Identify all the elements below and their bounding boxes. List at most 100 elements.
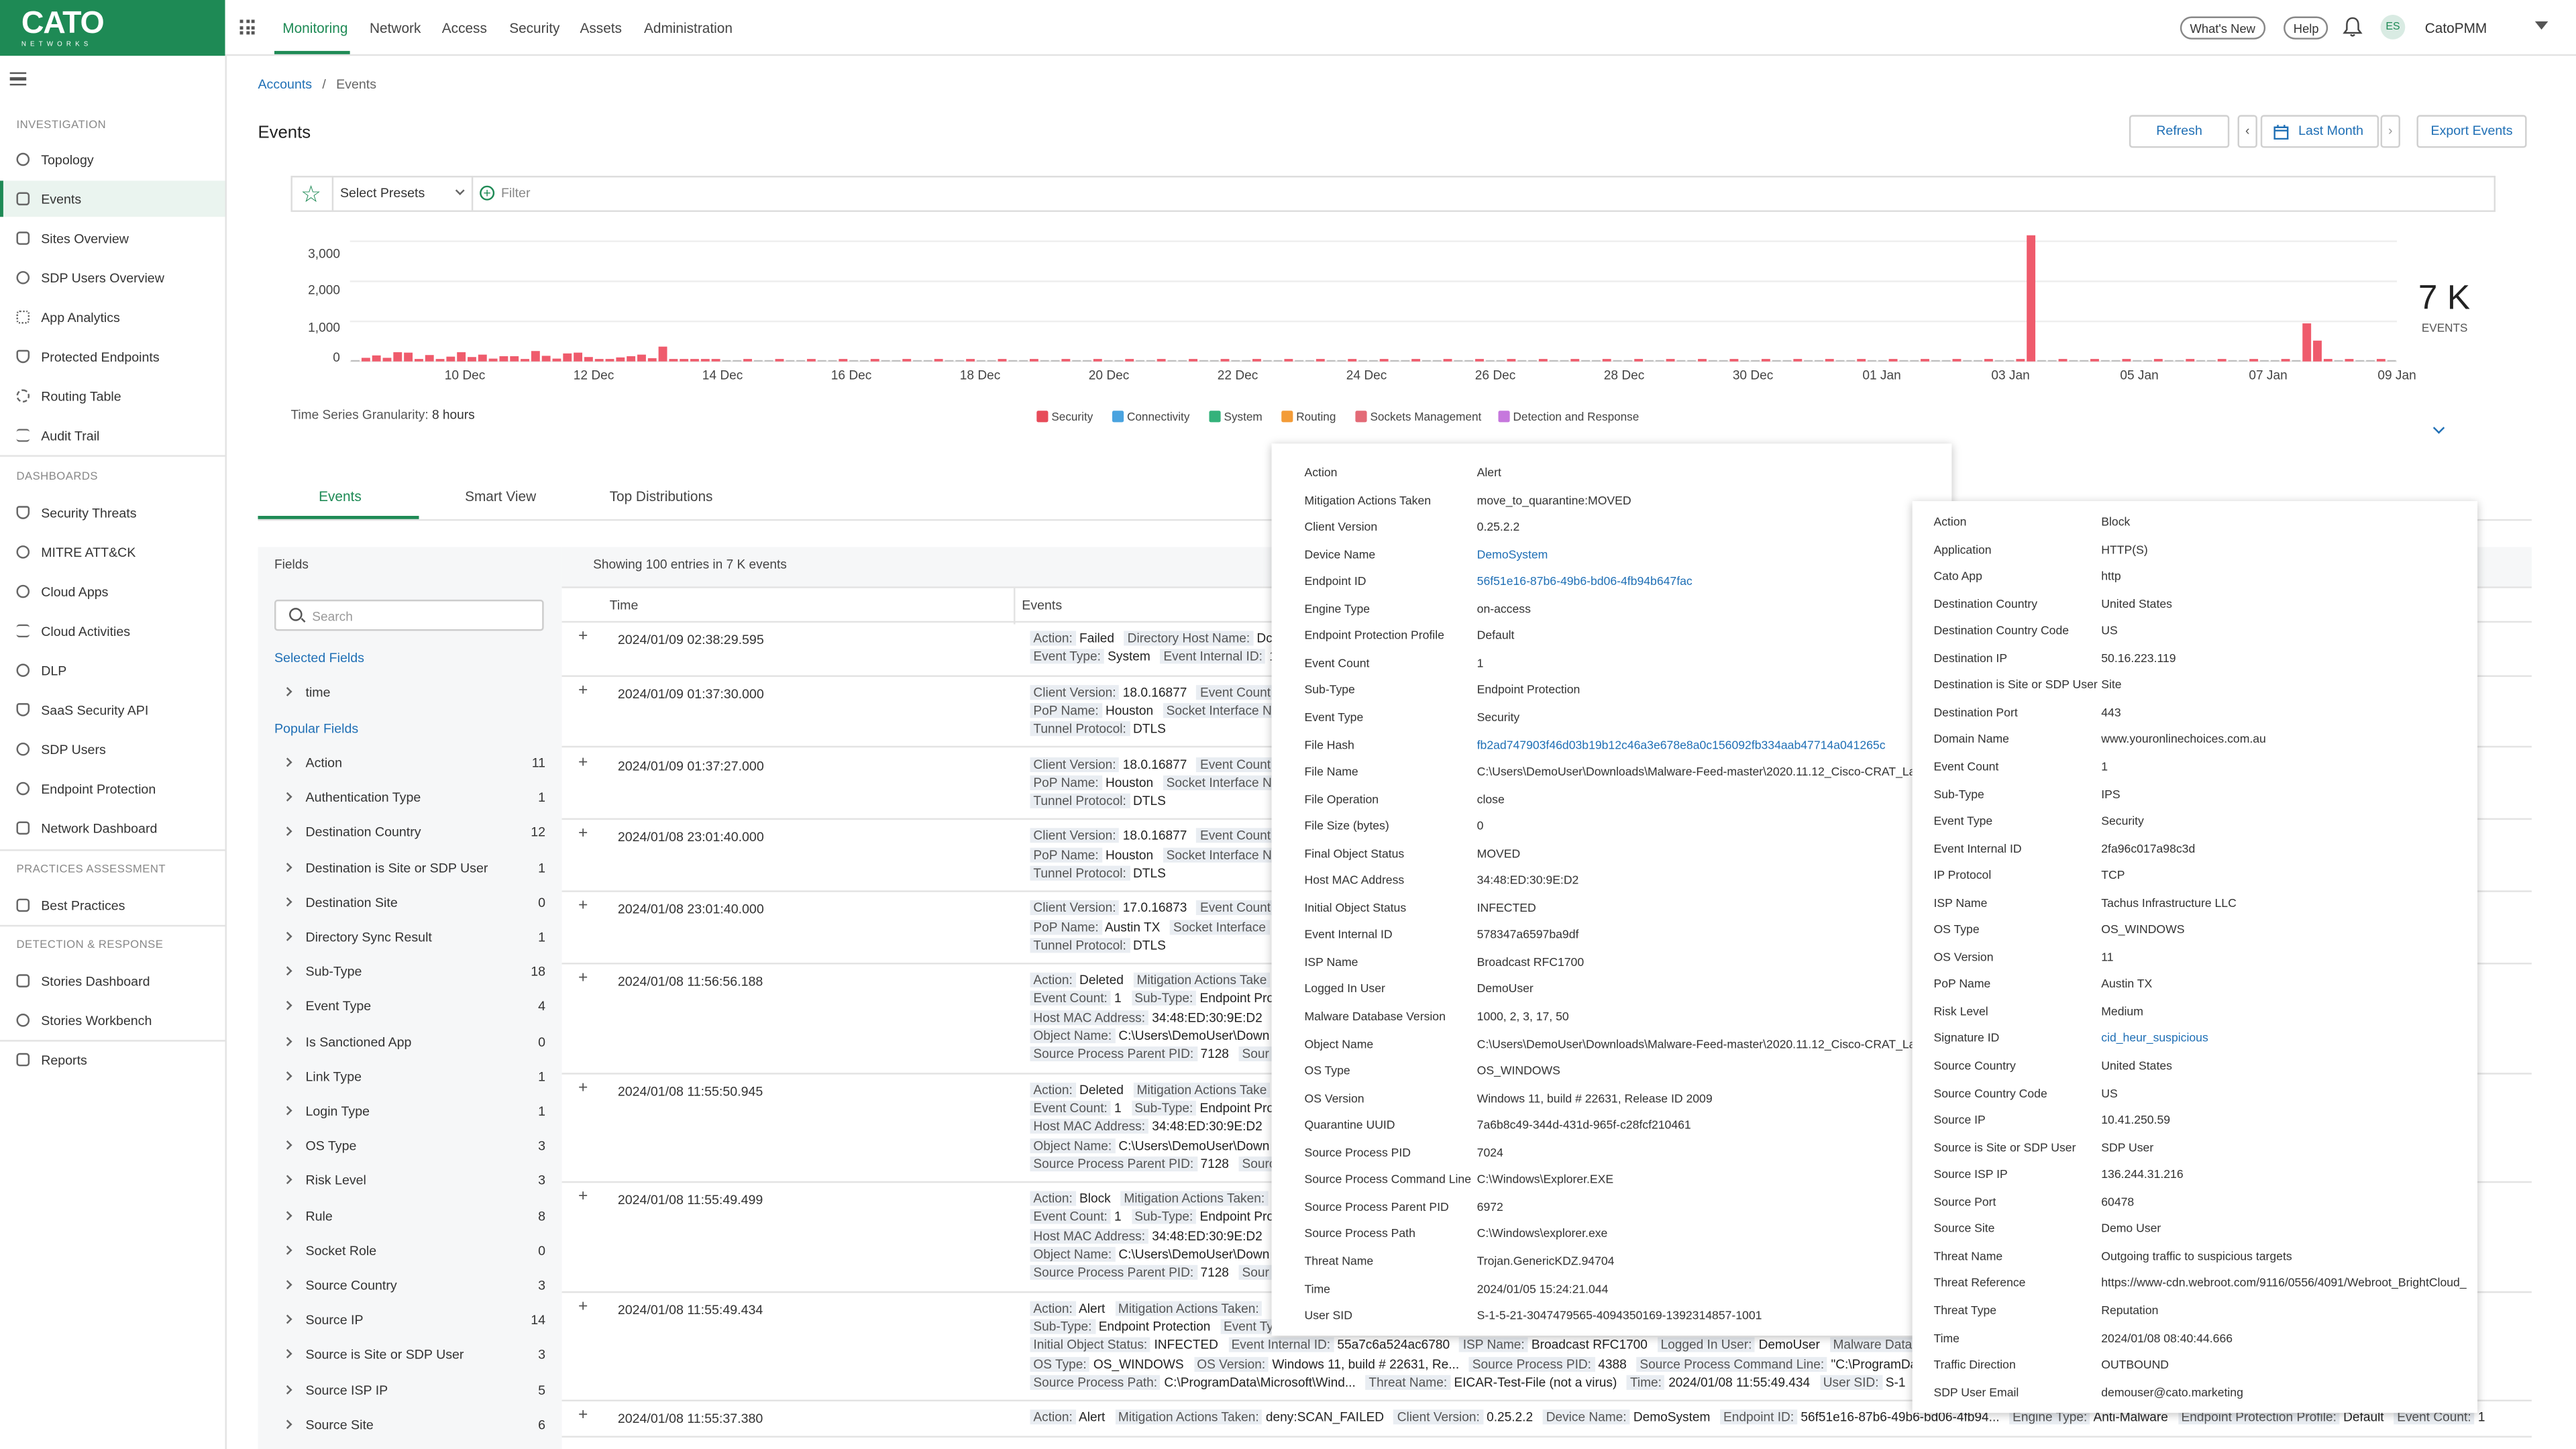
chart-bar[interactable] <box>563 353 572 362</box>
chart-bar[interactable] <box>913 360 922 362</box>
event-field-key[interactable]: Time: <box>1627 1375 1665 1390</box>
chart-bar[interactable] <box>1443 359 1452 362</box>
chart-bar[interactable] <box>1994 360 2004 362</box>
event-field-value[interactable]: Failed <box>1079 631 1114 645</box>
event-field-key[interactable]: Client Version: <box>1393 1409 1483 1425</box>
chart-bar[interactable] <box>1719 360 1728 362</box>
event-field-key[interactable]: Sour <box>1238 1265 1273 1281</box>
event-field-value[interactable]: OS_WINDOWS <box>1093 1356 1184 1371</box>
chart-bar[interactable] <box>700 359 710 362</box>
chart-bar[interactable] <box>806 359 816 362</box>
prev-range-button[interactable]: ‹ <box>2237 115 2257 148</box>
chart-bar[interactable] <box>2143 360 2152 362</box>
nav-tab-network[interactable]: Network <box>370 19 421 36</box>
chart-bar[interactable] <box>446 356 455 362</box>
sidebar-item-sdp-users-overview[interactable]: SDP Users Overview <box>0 260 225 296</box>
event-field-value[interactable]: 1 <box>1114 991 1122 1006</box>
chart-bar[interactable] <box>1931 360 1940 362</box>
chart-bar[interactable] <box>881 360 890 362</box>
chart-bar[interactable] <box>1655 360 1664 362</box>
chart-bar[interactable] <box>945 360 954 362</box>
chart-bar[interactable] <box>743 359 752 362</box>
event-field-key[interactable]: Client Version: <box>1030 900 1120 916</box>
chart-bar[interactable] <box>976 360 985 362</box>
event-field-value[interactable]: Endpoint Prot <box>1200 1210 1278 1225</box>
event-field-value[interactable]: 0.25.2.2 <box>1487 1410 1533 1425</box>
chart-bar[interactable] <box>2175 360 2184 362</box>
chart-bar[interactable] <box>2027 235 2036 362</box>
event-field-key[interactable]: Action: <box>1030 1300 1076 1316</box>
event-field-value[interactable]: C:\Users\DemoUser\Down <box>1118 1138 1269 1152</box>
event-field-value[interactable]: INFECTED <box>1154 1338 1218 1352</box>
chart-bar[interactable] <box>2376 359 2385 362</box>
event-field-key[interactable]: Event Count <box>1197 684 1274 700</box>
chart-bar[interactable] <box>1528 360 1537 362</box>
chart-bar[interactable] <box>1305 360 1314 362</box>
event-field-key[interactable]: Action: <box>1030 1082 1076 1097</box>
chart-bar[interactable] <box>966 359 975 362</box>
chart-bar[interactable] <box>1252 359 1261 362</box>
chart-bar[interactable] <box>1740 360 1750 362</box>
column-separator[interactable] <box>1014 588 1016 625</box>
event-field-value[interactable]: 18.0.16877 <box>1123 757 1187 771</box>
event-field-value[interactable]: Windows 11, build # 22631, Re... <box>1272 1356 1459 1371</box>
chart-bar[interactable] <box>1072 360 1081 362</box>
event-field-key[interactable]: Object Name: <box>1030 1246 1116 1263</box>
chart-bar[interactable] <box>574 352 583 362</box>
event-field-value[interactable]: DTLS <box>1133 938 1166 953</box>
event-field-key[interactable]: Directory Host Name: <box>1124 631 1254 646</box>
chart-bar[interactable] <box>2239 360 2248 362</box>
event-field-key[interactable]: Mitigation Actions Take <box>1133 1082 1271 1097</box>
chart-bar[interactable] <box>1772 360 1781 362</box>
expand-plus-icon[interactable]: + <box>578 898 588 916</box>
event-field-key[interactable]: Tunnel Protocol: <box>1030 794 1130 809</box>
chart-bar[interactable] <box>1273 360 1283 362</box>
event-field-value[interactable]: System <box>1108 649 1150 664</box>
event-field-key[interactable]: Host MAC Address: <box>1030 1119 1148 1134</box>
event-field-key[interactable]: OS Version: <box>1193 1356 1269 1371</box>
expand-plus-icon[interactable]: + <box>578 628 588 646</box>
bell-icon[interactable] <box>2343 16 2363 38</box>
event-field-value[interactable]: 7128 <box>1200 1266 1229 1281</box>
chart-bar[interactable] <box>2345 359 2354 362</box>
event-field-key[interactable]: Event Count: <box>1030 1100 1111 1116</box>
chart-bar[interactable] <box>1295 360 1304 362</box>
event-field-value[interactable]: Deleted <box>1079 973 1124 987</box>
event-field-key[interactable]: Sub-Type: <box>1131 1210 1197 1225</box>
event-field-key[interactable]: Socket Interface N <box>1163 847 1275 862</box>
chart-bar[interactable] <box>934 359 943 362</box>
event-field-key[interactable]: PoP Name: <box>1030 702 1102 718</box>
event-field-key[interactable]: Source Process Parent PID: <box>1030 1046 1197 1062</box>
chart-bar[interactable] <box>1210 360 1219 362</box>
chart-bar[interactable] <box>1136 360 1144 362</box>
chart-bar[interactable] <box>404 352 413 362</box>
chart-bar[interactable] <box>1008 360 1018 362</box>
chart-bar[interactable] <box>796 360 806 362</box>
sidebar-item-topology[interactable]: Topology <box>0 142 225 178</box>
chart-bar[interactable] <box>1379 359 1389 362</box>
sidebar-item-cloud-activities[interactable]: Cloud Activities <box>0 612 225 649</box>
star-icon[interactable]: ☆ <box>301 182 321 205</box>
chart-bar[interactable] <box>2270 360 2279 362</box>
sidebar-item-network-dashboard[interactable]: Network Dashboard <box>0 810 225 846</box>
chart-bar[interactable] <box>2313 340 2322 362</box>
chart-bar[interactable] <box>382 358 392 362</box>
event-field-key[interactable]: Event Internal ID: <box>1160 649 1266 665</box>
chart-bar[interactable] <box>1729 359 1739 362</box>
event-field-value[interactable]: S-1 <box>1886 1375 1906 1390</box>
chart-bar[interactable] <box>1782 360 1792 362</box>
chart-bar[interactable] <box>2302 323 2312 362</box>
chart-bar[interactable] <box>541 356 551 362</box>
chart-bar[interactable] <box>892 360 901 362</box>
event-field-key[interactable]: Tunnel Protocol: <box>1030 865 1130 881</box>
chart-bar[interactable] <box>2292 360 2301 362</box>
sidebar-item-sites-overview[interactable]: Sites Overview <box>0 220 225 256</box>
chart-bar[interactable] <box>1878 360 1887 362</box>
chart-bar[interactable] <box>1093 359 1102 362</box>
chart-bar[interactable] <box>733 360 742 362</box>
event-field-value[interactable]: 1 <box>1114 1210 1122 1225</box>
next-range-button[interactable]: › <box>2380 115 2400 148</box>
chart-bar[interactable] <box>1083 360 1091 362</box>
event-field-value[interactable]: EICAR-Test-File (not a virus) <box>1454 1375 1617 1390</box>
chart-bar[interactable] <box>1581 360 1591 362</box>
